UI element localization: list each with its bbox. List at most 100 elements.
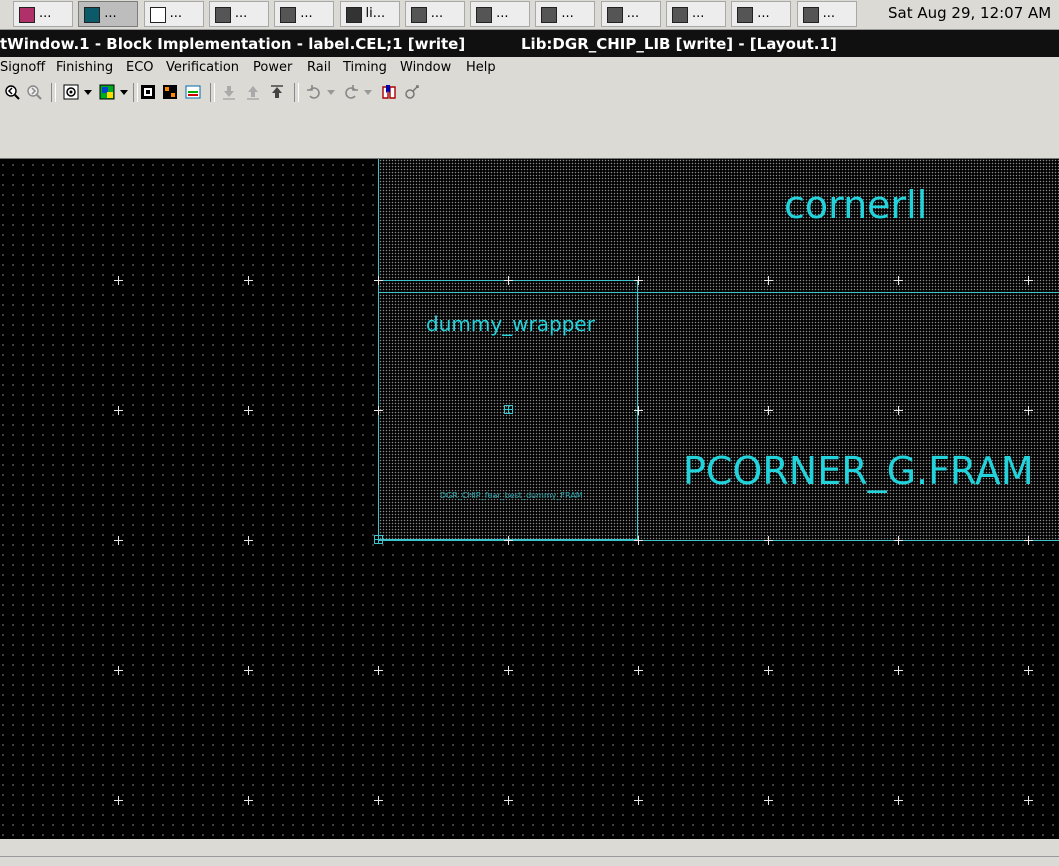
grid-cross-marker (894, 276, 903, 285)
grid-cross-marker (634, 276, 643, 285)
grid-cross-marker (634, 406, 643, 415)
grid-cross-marker (1024, 666, 1033, 675)
taskbar-button-label: ... (104, 6, 117, 21)
taskbar-button[interactable]: ... (208, 1, 269, 27)
toolbar (0, 80, 1059, 106)
cell-origin-marker (504, 405, 513, 414)
grid-cross-marker (764, 666, 773, 675)
chevron-down-icon[interactable] (326, 84, 336, 100)
grid-cross-marker (764, 536, 773, 545)
taskbar-button-label: li... (365, 6, 386, 21)
text-document-icon (149, 7, 166, 23)
toolbar-separator (294, 83, 299, 102)
cell-label-pcorner: PCORNER_G.FRAM (683, 449, 1034, 493)
grid-cross-marker (244, 536, 253, 545)
taskbar-button-label: ... (561, 6, 574, 21)
taskbar-button-label: ... (692, 6, 705, 21)
net-icon[interactable] (185, 84, 201, 100)
taskbar-button[interactable]: ... (600, 1, 661, 27)
grid-cross-marker (374, 276, 383, 285)
menu-eco[interactable]: ECO (126, 60, 154, 75)
zoom-out-icon[interactable] (26, 84, 42, 100)
grid-cross-marker (114, 406, 123, 415)
settings-icon[interactable] (404, 84, 420, 100)
grid-cross-marker (764, 276, 773, 285)
taskbar-button[interactable]: ... (78, 1, 139, 27)
taskbar-button[interactable]: ... (796, 1, 857, 27)
app-window-icon (802, 7, 819, 23)
layout-tool-icon (84, 7, 101, 23)
taskbar-button[interactable]: ... (404, 1, 465, 27)
taskbar-button-label: ... (300, 6, 313, 21)
library-title: Lib:DGR_CHIP_LIB [write] - [Layout.1] (521, 35, 837, 53)
grid-cross-marker (504, 666, 513, 675)
pop-top-icon[interactable] (269, 84, 285, 100)
grid-cross-marker (504, 536, 513, 545)
cell-origin-marker (374, 535, 383, 544)
clock: Sat Aug 29, 12:07 AM (888, 4, 1052, 22)
chevron-down-icon[interactable] (83, 84, 93, 100)
menu-bar: Signoff Finishing ECO Verification Power… (0, 57, 1059, 80)
menu-power[interactable]: Power (253, 60, 292, 75)
view-icon[interactable] (63, 84, 79, 100)
grid-cross-marker (374, 796, 383, 805)
menu-window[interactable]: Window (400, 60, 451, 75)
menu-help[interactable]: Help (466, 60, 496, 75)
menu-verification[interactable]: Verification (166, 60, 239, 75)
layer-icon[interactable] (99, 84, 115, 100)
grid-cross-marker (114, 666, 123, 675)
push-down-icon[interactable] (221, 84, 237, 100)
undo-icon[interactable] (306, 84, 322, 100)
redo-icon[interactable] (343, 84, 359, 100)
grid-cross-marker (114, 536, 123, 545)
taskbar-button[interactable]: ... (13, 1, 73, 27)
taskbar-button[interactable]: li... (339, 1, 400, 27)
taskbar: ............... li.......................… (0, 0, 1059, 30)
taskbar-button-label: ... (234, 6, 248, 21)
app-window-icon (672, 7, 688, 23)
taskbar-button[interactable]: ... (274, 1, 335, 27)
grid-cross-marker (894, 536, 903, 545)
taskbar-button-label: ... (757, 6, 770, 21)
taskbar-button[interactable]: ... (666, 1, 726, 27)
grid-cross-marker (1024, 796, 1033, 805)
grid-cross-marker (114, 796, 123, 805)
zoom-in-icon[interactable] (4, 84, 20, 100)
hierarchy-icon[interactable] (162, 84, 178, 100)
menu-timing[interactable]: Timing (343, 60, 387, 75)
book-icon[interactable] (381, 84, 397, 100)
cell-label-instance-name: DGR_CHIP_fear_best_dummy_FRAM (440, 491, 583, 500)
window-titlebar: tWindow.1 - Block Implementation - label… (0, 30, 1059, 57)
menu-rail[interactable]: Rail (307, 60, 331, 75)
menu-signoff[interactable]: Signoff (0, 60, 45, 75)
grid-cross-marker (634, 536, 643, 545)
grid-cross-marker (894, 666, 903, 675)
layout-canvas[interactable]: cornerll dummy_wrapper PCORNER_G.FRAM DG… (0, 159, 1059, 839)
menu-finishing[interactable]: Finishing (56, 60, 113, 75)
window-title: tWindow.1 - Block Implementation - label… (0, 35, 466, 53)
chevron-down-icon[interactable] (363, 84, 373, 100)
app-window-icon (410, 7, 427, 23)
taskbar-button-label: ... (39, 6, 52, 21)
taskbar-button[interactable]: ... (535, 1, 596, 27)
app-window-icon (737, 7, 754, 23)
grid-cross-marker (894, 796, 903, 805)
toolbar-separator (210, 83, 215, 102)
grid-cross-marker (1024, 406, 1033, 415)
grid-cross-marker (244, 796, 253, 805)
grid-cross-marker (374, 666, 383, 675)
taskbar-button-label: ... (626, 6, 640, 21)
cell-icon[interactable] (140, 84, 156, 100)
grid-cross-marker (504, 276, 513, 285)
taskbar-button-label: ... (496, 6, 509, 21)
grid-cross-marker (374, 406, 383, 415)
taskbar-button[interactable]: ... (470, 1, 531, 27)
push-up-icon[interactable] (245, 84, 261, 100)
taskbar-button[interactable]: ... (731, 1, 792, 27)
toolbar-separator (51, 83, 56, 102)
taskbar-button-label: ... (169, 6, 182, 21)
app-window-icon (541, 7, 558, 23)
taskbar-button[interactable]: ... (143, 1, 204, 27)
app-window-icon (476, 7, 493, 23)
chevron-down-icon[interactable] (119, 84, 129, 100)
